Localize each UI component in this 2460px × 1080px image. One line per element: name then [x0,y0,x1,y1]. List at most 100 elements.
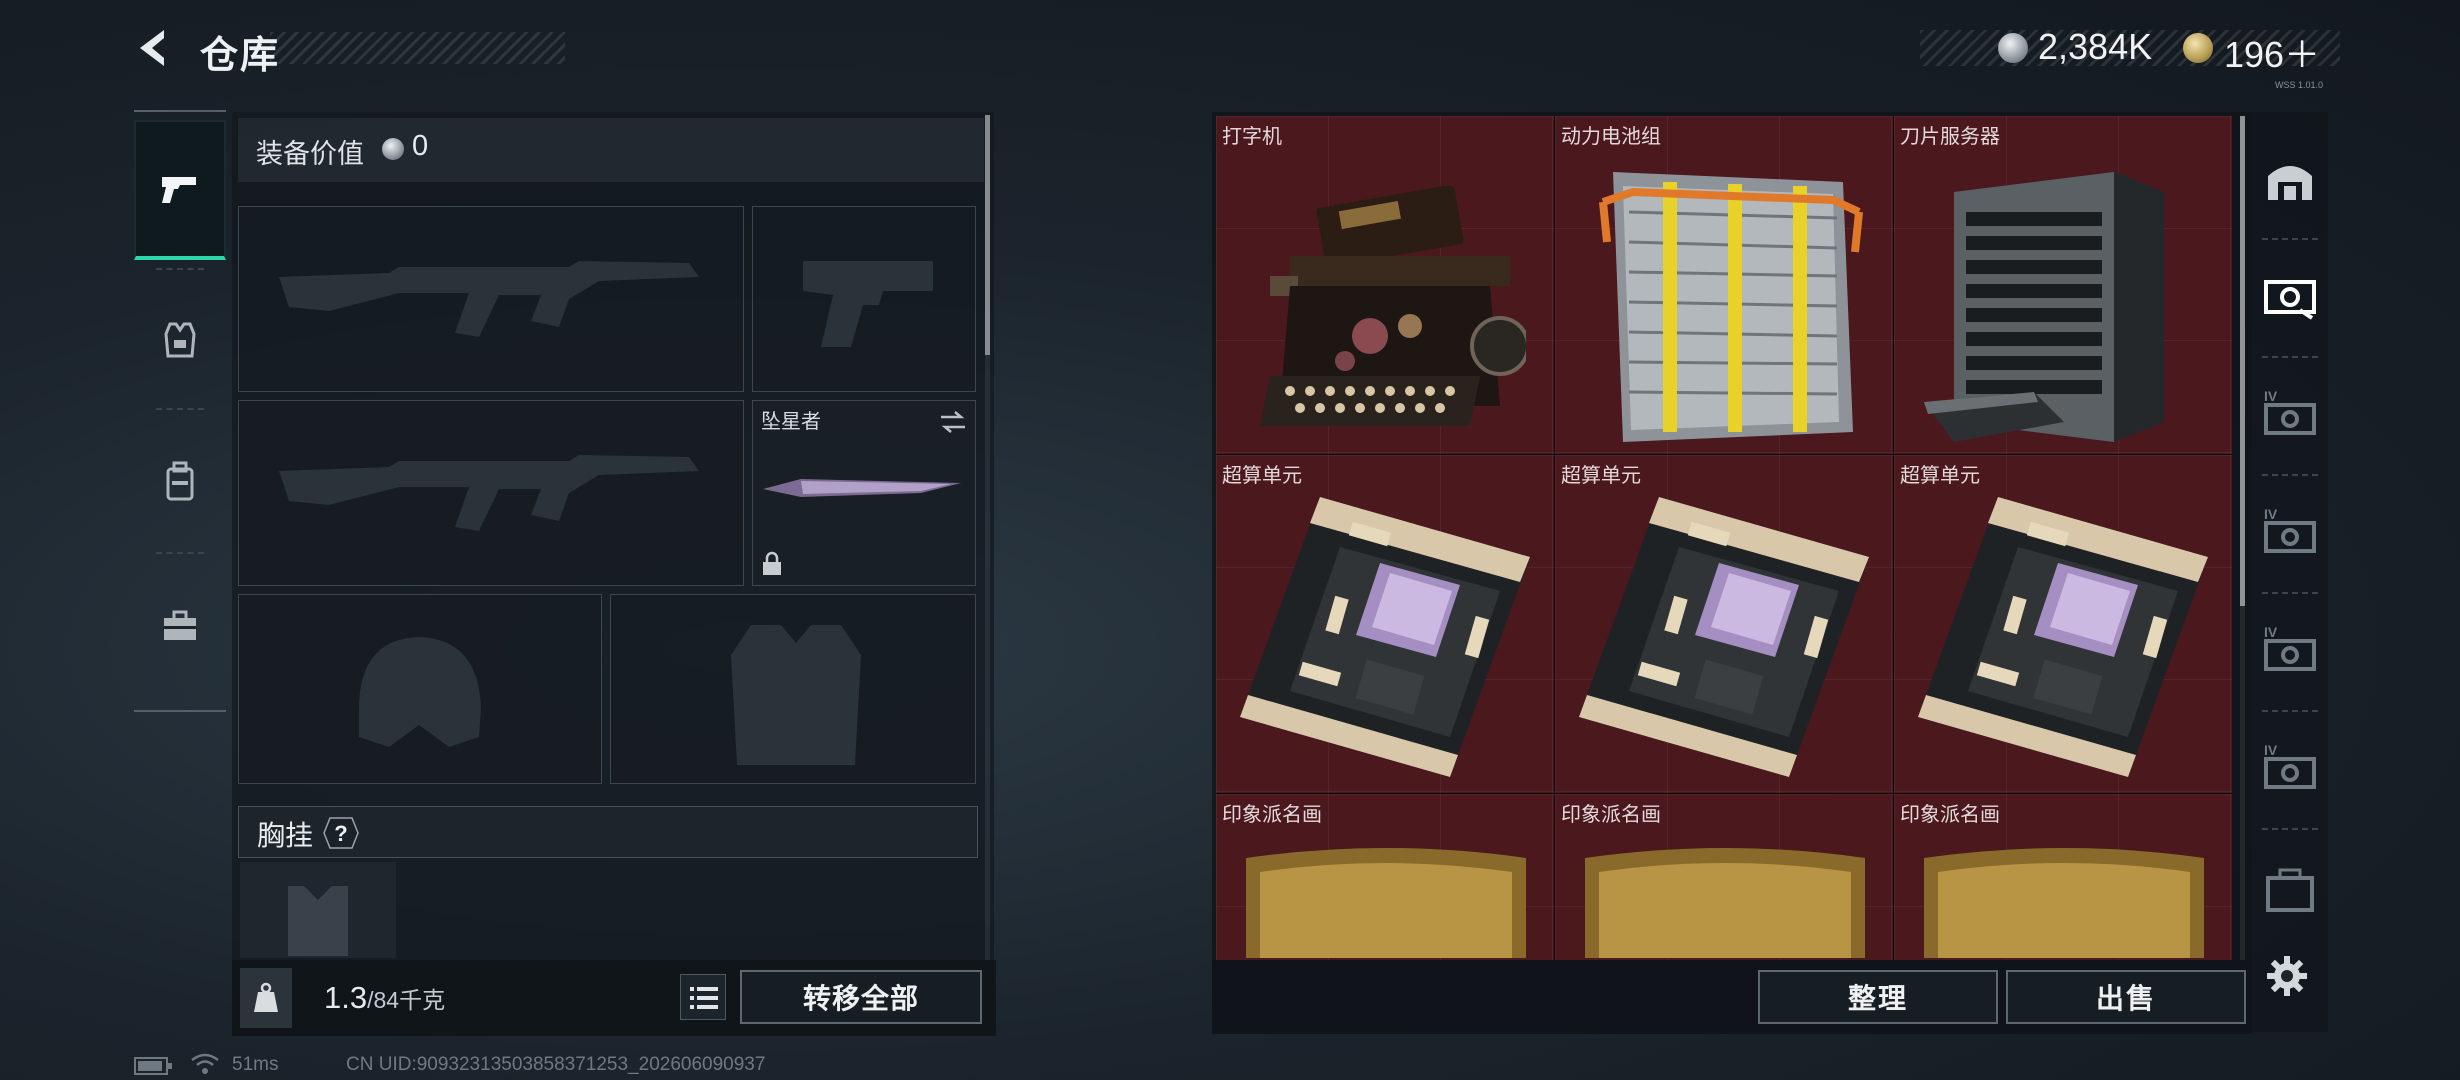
battery-pack-icon [1599,172,1863,442]
toolbox-icon [164,610,196,640]
storage-box-icon: IV [2264,388,2316,435]
rail-storage-box-iv[interactable]: IV [2254,476,2326,586]
painting-icon [1585,848,1865,958]
svg-text:IV: IV [2264,742,2278,758]
pistol-icon [162,177,196,203]
swap-icon[interactable] [937,409,969,435]
side-tabs [134,110,226,712]
melee-item-label: 坠星者 [761,411,821,433]
blade-server-icon [1924,172,2164,442]
tab-toolbox[interactable] [134,556,226,696]
pistol-silhouette-icon [803,261,933,347]
storage-box-icon: IV [2264,506,2316,553]
item-cell-computing-unit[interactable]: 超算单元 [1554,454,1894,794]
gold-coin-icon [2183,33,2213,63]
lock-icon [763,551,781,575]
armor-vest-icon [164,322,196,358]
item-label: 印象派名画 [1900,804,2000,826]
page-title: 仓库 [200,35,281,77]
warehouse-scroll-thumb[interactable] [2240,116,2245,606]
rail-case[interactable] [2254,836,2326,946]
weight-icon [254,982,278,1012]
equipment-scroll-thumb[interactable] [985,115,990,355]
weight-icon-box [240,968,292,1028]
silver-amount[interactable]: 2,384K [2038,26,2152,68]
computing-unit-icon [1240,497,1530,777]
storage-box-icon: IV [2264,742,2316,789]
knife-icon [763,479,961,497]
rifle-silhouette-icon [279,455,699,531]
back-arrow-icon[interactable] [130,24,178,72]
helmet-silhouette-icon [359,637,481,747]
ping-readout: 51ms [232,1054,279,1075]
title-decoration [270,32,565,64]
item-cell-battery-pack[interactable]: 动力电池组 [1554,116,1894,455]
item-label: 动力电池组 [1561,126,1661,148]
storage-box-icon [2264,280,2316,320]
primary-weapon-slot[interactable] [238,206,744,392]
typewriter-icon [1260,186,1526,426]
list-icon [690,987,718,1009]
painting-icon [1924,848,2204,958]
rail-warehouse-home[interactable] [2254,124,2326,234]
settings-gear-icon[interactable] [2266,955,2308,997]
helmet-slot[interactable] [238,594,602,784]
svg-text:IV: IV [2264,506,2278,522]
melee-slot[interactable]: 坠星者 [752,400,976,586]
item-label: 印象派名画 [1561,804,1661,826]
svg-text:IV: IV [2264,388,2278,404]
weight-value: 1.3/84千克 [324,980,446,1015]
rail-storage-box-iv[interactable]: IV [2254,358,2326,468]
tab-backpack[interactable] [134,412,226,552]
rail-storage-box-iv[interactable]: IV [2254,594,2326,704]
chest-rig-slot[interactable] [240,862,396,958]
help-label: ? [334,821,347,846]
gold-amount[interactable]: 196＋ [2224,26,2320,78]
item-label: 刀片服务器 [1900,126,2000,148]
computing-unit-icon [1918,497,2208,777]
item-cell-painting[interactable]: 印象派名画 [1216,793,1555,960]
item-cell-computing-unit[interactable]: 超算单元 [1216,454,1555,794]
equipment-value-label: 装备价值 [256,139,364,169]
storage-box-icon: IV [2264,624,2316,671]
item-cell-blade-server[interactable]: 刀片服务器 [1893,116,2232,455]
rail-storage-box-active[interactable] [2254,240,2326,350]
computing-unit-icon [1579,497,1869,777]
sidearm-slot[interactable] [752,206,976,392]
item-cell-typewriter[interactable]: 打字机 [1216,116,1555,455]
tab-weapons[interactable] [134,120,226,260]
organize-button[interactable]: 整理 [1758,970,1998,1024]
chest-rig-label: 胸挂 [257,820,314,851]
battery-icon [134,1057,172,1075]
silver-coin-icon [382,138,404,160]
tab-armor[interactable] [134,270,226,410]
sell-button[interactable]: 出售 [2006,970,2246,1024]
warehouse-icon [2268,166,2312,200]
item-cell-painting[interactable]: 印象派名画 [1893,793,2232,960]
version-code: WSS 1.01.0 [2275,80,2324,90]
item-label: 超算单元 [1222,465,1302,487]
transfer-all-button[interactable]: 转移全部 [740,970,982,1024]
item-cell-computing-unit[interactable]: 超算单元 [1893,454,2232,794]
body-armor-slot[interactable] [610,594,976,784]
equipment-value: 0 [412,130,429,162]
help-icon[interactable]: ? [322,816,360,850]
list-view-button[interactable] [680,974,726,1020]
item-label: 印象派名画 [1222,804,1322,826]
uid-readout: CN UID:9093231350385837125​3_20260609093… [346,1054,766,1075]
svg-text:IV: IV [2264,624,2278,640]
secondary-weapon-slot[interactable] [238,400,744,586]
backpack-icon [166,461,194,501]
rifle-silhouette-icon [279,261,699,337]
silver-coin-icon [1998,33,2028,63]
chest-rig-silhouette-icon [288,886,348,956]
rail-storage-box-iv[interactable]: IV [2254,712,2326,822]
painting-icon [1246,848,1526,958]
item-label: 打字机 [1222,126,1282,148]
wifi-icon [191,1053,219,1074]
item-label: 超算单元 [1561,465,1641,487]
warehouse-grid: 打字机 动力电池组 刀片服务器 超算单元 超算单元 超算单元 印象派名画 印象派… [1216,116,2232,960]
item-label: 超算单元 [1900,465,1980,487]
item-cell-painting[interactable]: 印象派名画 [1554,793,1894,960]
armor-silhouette-icon [731,625,861,765]
